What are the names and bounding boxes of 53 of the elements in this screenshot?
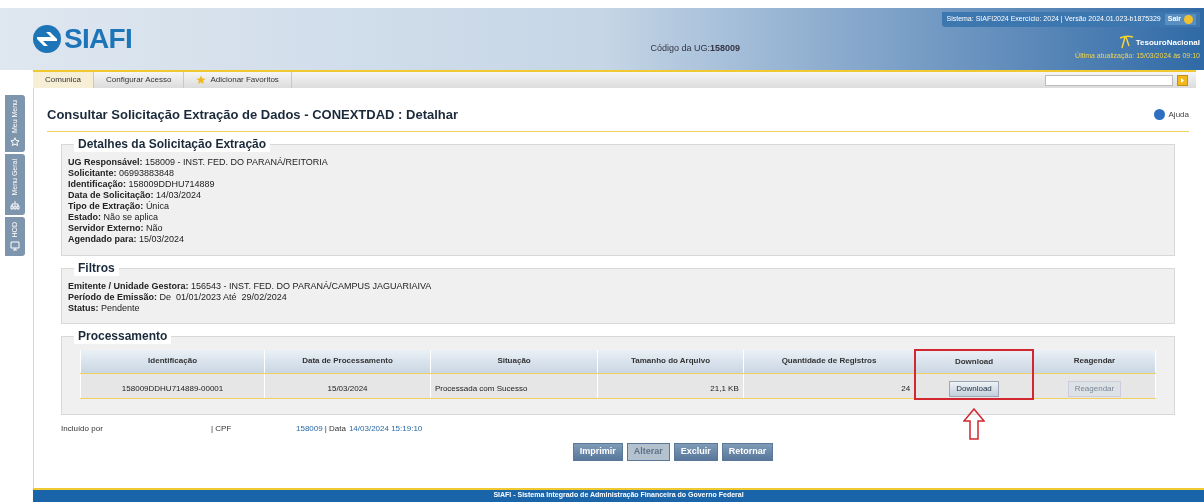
star-icon (196, 75, 207, 85)
page-title: Consultar Solicitação Extração de Dados - CONEXTDAD : Detalhar (47, 105, 459, 124)
column-header: Download (915, 350, 1033, 373)
included-by-label: Incluído por (61, 422, 104, 435)
fieldset-legend: Filtros (74, 260, 119, 276)
date-label: | Data (324, 422, 346, 435)
field-line: Período de Emissão: De 01/01/2023 Até 29/02/2024 (68, 292, 288, 303)
field-line: Emitente / Unidade Gestora: 156543 - INST. FED. DO PARANÁ/CAMPUS JAGUARIAIVA (68, 281, 433, 292)
column-header: Quantidade de Registros (743, 350, 916, 373)
brand-name: TesouroNacional (1135, 36, 1200, 49)
ug-code: Código da UG:158009 (650, 43, 740, 53)
date-value: 14/03/2024 15:19:10 (348, 422, 423, 435)
table-cell: 15/03/2024 (327, 383, 368, 393)
field-line: Solicitante: 06993883848 (68, 168, 176, 179)
menu-item[interactable]: Configurar Acesso (94, 72, 185, 88)
search-field[interactable] (1045, 74, 1173, 86)
logo-text: SIAFI (64, 25, 133, 53)
field-line: Status: Pendente (68, 303, 141, 314)
menu-item[interactable]: Comunica (33, 72, 94, 88)
fieldset-legend: Processamento (74, 328, 172, 344)
fieldset-legend: Detalhes da Solicitação Extração (74, 136, 271, 152)
sitemap-icon (10, 199, 20, 210)
go-button[interactable] (1177, 74, 1188, 86)
menu-item[interactable]: Adicionar Favoritos (184, 72, 292, 88)
field-line: Agendado para: 15/03/2024 (68, 234, 186, 245)
monitor-icon (10, 241, 20, 252)
field-line: UG Responsável: 158009 - INST. FED. DO PARANÁ/REITORIA (68, 157, 329, 168)
table-cell: 24 (901, 383, 911, 393)
table-cell: 158009DDHU714889-00001 (121, 383, 224, 393)
action-button[interactable]: Excluir (673, 442, 718, 461)
column-header: Situação (430, 350, 598, 373)
field-line: Servidor Externo: Não (68, 223, 164, 234)
table-cell: 21,1 KB (710, 383, 739, 393)
arrow-up-icon (963, 407, 985, 440)
play-icon (1180, 77, 1185, 83)
field-line: Data de Solicitação: 14/03/2024 (68, 190, 203, 201)
field-line: Identificação: 158009DDHU714889 (68, 179, 216, 190)
download-button[interactable]: Download (949, 380, 999, 397)
brand-icon (1117, 32, 1134, 49)
logo-icon (32, 24, 62, 54)
cpf-label: | CPF (211, 422, 233, 435)
action-button[interactable]: Imprimir (572, 442, 623, 461)
field-line: Estado: Não se aplica (68, 212, 160, 223)
action-button[interactable]: Retornar (721, 442, 774, 461)
column-header: Identificação (80, 350, 265, 373)
column-header: Data de Processamento (264, 350, 431, 373)
column-header: Tamanho do Arquivo (597, 350, 744, 373)
column-header: Reagendar (1032, 350, 1156, 373)
table-cell: Processada com Sucesso (434, 383, 528, 393)
help-link[interactable]: Ajuda (1153, 108, 1189, 121)
star-icon (10, 137, 20, 148)
field-line: Tipo de Extração: Única (68, 201, 170, 212)
ug-code-link[interactable]: 158009 (296, 422, 323, 435)
